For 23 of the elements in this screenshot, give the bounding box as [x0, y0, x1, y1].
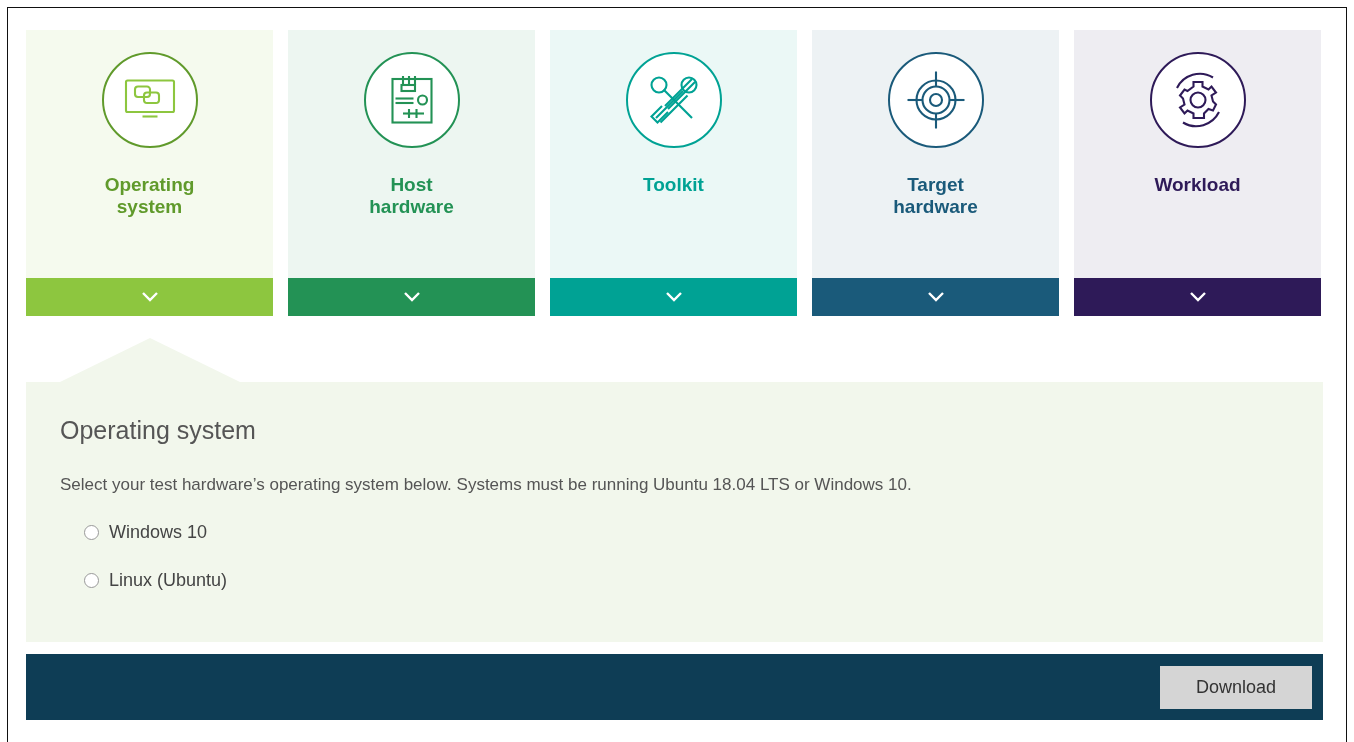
expand-bar[interactable] — [550, 278, 797, 316]
target-icon — [905, 70, 966, 130]
chevron-down-icon — [927, 292, 944, 302]
panel-title: Operating system — [60, 416, 257, 445]
radio-button[interactable] — [84, 524, 99, 540]
option-label[interactable]: Linux (Ubuntu) — [109, 569, 228, 591]
chevron-down-icon — [403, 292, 420, 302]
option-label[interactable]: Windows 10 — [109, 521, 208, 543]
step-label: Toolkit — [642, 174, 705, 196]
step-label: Workload — [1153, 174, 1242, 196]
chevron-down-icon — [141, 292, 158, 302]
radio-button[interactable] — [84, 572, 99, 588]
step-label: Operating system — [103, 174, 196, 218]
step-label: Host hardware — [368, 174, 455, 218]
download-button[interactable]: Download — [1160, 665, 1312, 709]
expand-bar[interactable] — [288, 278, 535, 316]
expand-bar[interactable] — [812, 278, 1059, 316]
expand-bar[interactable] — [1074, 278, 1321, 316]
expand-bar[interactable] — [26, 278, 273, 316]
step-label: Target hardware — [892, 174, 979, 218]
panel-description: Select your test hardware’s operating system below. Systems must be running Ubuntu 18.04 LTS or Windows 10. — [60, 475, 913, 495]
chevron-down-icon — [665, 292, 682, 302]
chevron-down-icon — [1189, 292, 1206, 302]
